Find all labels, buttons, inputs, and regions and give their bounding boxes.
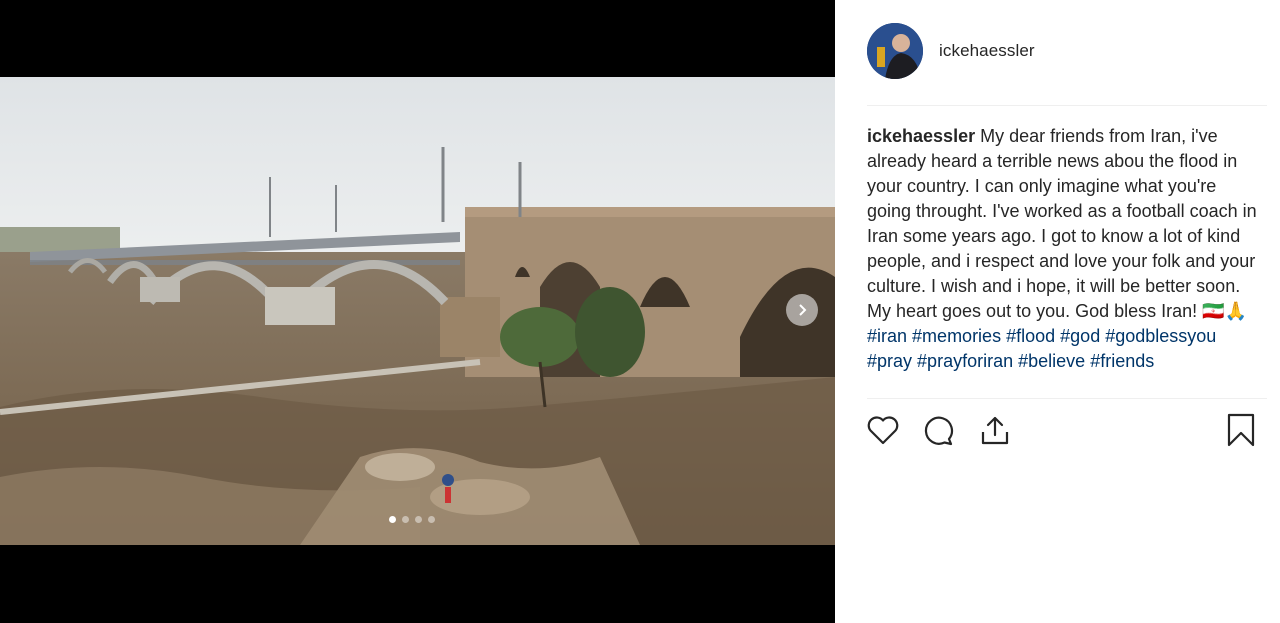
bookmark-icon — [1227, 413, 1255, 447]
carousel-next-button[interactable] — [786, 294, 818, 326]
hashtag-link[interactable]: #flood — [1006, 326, 1055, 346]
post-panel: ickehaessler ickehaessler My dear friend… — [835, 0, 1280, 623]
post-actions — [865, 412, 1259, 448]
carousel-indicator — [389, 516, 435, 523]
save-button[interactable] — [1223, 412, 1259, 448]
hashtag-link[interactable]: #prayforiran — [917, 351, 1013, 371]
carousel-dot — [402, 516, 409, 523]
caption-text: My dear friends from Iran, i've already … — [867, 126, 1257, 321]
carousel-dot — [428, 516, 435, 523]
chevron-right-icon — [799, 304, 807, 316]
caption-emoji: 🇮🇷🙏 — [1202, 301, 1248, 321]
post-photo — [0, 77, 835, 545]
hashtag-link[interactable]: #memories — [912, 326, 1001, 346]
hashtag-link[interactable]: #friends — [1090, 351, 1154, 371]
heart-icon — [867, 416, 899, 445]
comment-icon — [924, 416, 954, 446]
like-button[interactable] — [865, 412, 901, 448]
avatar[interactable] — [867, 23, 923, 79]
post-caption: ickehaessler My dear friends from Iran, … — [867, 124, 1262, 374]
divider — [867, 398, 1267, 399]
hashtag-link[interactable]: #godblessyou — [1105, 326, 1216, 346]
hashtag-link[interactable]: #believe — [1018, 351, 1085, 371]
carousel-dot — [389, 516, 396, 523]
share-icon — [981, 416, 1009, 445]
post-media — [0, 0, 835, 623]
divider — [867, 105, 1267, 106]
share-button[interactable] — [977, 412, 1013, 448]
hashtag-link[interactable]: #iran — [867, 326, 907, 346]
carousel-dot — [415, 516, 422, 523]
hashtag-link[interactable]: #god — [1060, 326, 1100, 346]
username-link[interactable]: ickehaessler — [939, 41, 1035, 61]
caption-author-link[interactable]: ickehaessler — [867, 126, 975, 146]
hashtag-link[interactable]: #pray — [867, 351, 912, 371]
post-header: ickehaessler — [867, 22, 1035, 80]
comment-button[interactable] — [921, 412, 957, 448]
